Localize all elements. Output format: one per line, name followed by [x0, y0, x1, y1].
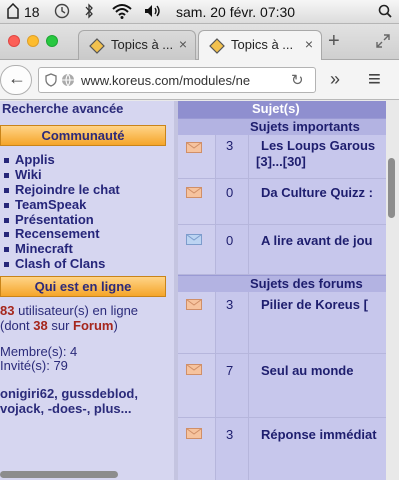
tab-topics-2[interactable]: Topics à ... ×: [198, 30, 322, 61]
community-header: Communauté: [0, 125, 166, 146]
tab-close-icon[interactable]: ×: [305, 36, 313, 52]
sidebar: Recherche avancée Communauté Applis Wiki…: [0, 101, 174, 480]
sidebar-item-chat[interactable]: Rejoindre le chat: [4, 182, 120, 197]
online-users-list-cont[interactable]: vojack, -does-, plus...: [0, 401, 131, 416]
envelope-icon: [186, 426, 202, 439]
envelope-icon: [186, 185, 202, 198]
envelope-icon: [186, 297, 202, 310]
guests-count: Invité(s): 79: [0, 358, 68, 373]
topic-title[interactable]: Da Culture Quizz :: [261, 185, 373, 200]
table-row[interactable]: 7 Seul au monde: [178, 354, 399, 418]
bluetooth-icon[interactable]: [84, 3, 94, 21]
envelope-read-icon: [186, 232, 202, 245]
zoom-window-button[interactable]: [46, 35, 58, 47]
members-count: Membre(s): 4: [0, 344, 78, 359]
reply-count: 0: [226, 185, 234, 200]
minimize-window-button[interactable]: [27, 35, 39, 47]
table-row[interactable]: 0 A lire avant de jou: [178, 225, 399, 275]
topic-title[interactable]: Pilier de Koreus [: [261, 297, 368, 312]
shield-icon[interactable]: [45, 73, 57, 92]
advanced-search-link[interactable]: Recherche avancée: [2, 101, 123, 116]
koreus-favicon-icon: [89, 38, 105, 54]
navigation-bar: ← www.koreus.com/modules/ne ↻ » ≡: [0, 60, 399, 100]
sidebar-item-applis[interactable]: Applis: [4, 152, 55, 167]
tab-label: Topics à ...: [231, 37, 294, 52]
sidebar-item-teamspeak[interactable]: TeamSpeak: [4, 197, 86, 212]
page-link-3[interactable]: 3: [260, 154, 267, 169]
hamburger-menu-icon[interactable]: ≡: [368, 66, 381, 92]
reply-count: 7: [226, 363, 234, 378]
forum-users-line: (dont 38 sur Forum): [0, 318, 118, 333]
vertical-scrollbar[interactable]: [388, 158, 395, 218]
forum-count: 38: [33, 318, 48, 333]
reply-count: 3: [226, 427, 234, 442]
section-forums: Sujets des forums: [178, 275, 399, 292]
reload-icon[interactable]: ↻: [291, 71, 304, 89]
table-row[interactable]: 3 Pilier de Koreus [: [178, 292, 399, 354]
envelope-icon: [186, 362, 202, 375]
wifi-icon[interactable]: [112, 3, 132, 21]
table-header: Sujet(s): [178, 101, 399, 118]
table-row[interactable]: 3 Réponse immédiat: [178, 418, 399, 480]
app-store-icon[interactable]: [6, 2, 20, 21]
url-text[interactable]: www.koreus.com/modules/ne: [81, 73, 281, 88]
url-bar[interactable]: www.koreus.com/modules/ne ↻: [38, 67, 316, 93]
close-window-button[interactable]: [8, 35, 20, 47]
online-header: Qui est en ligne: [0, 276, 166, 297]
globe-icon[interactable]: [61, 73, 75, 92]
page-content: Recherche avancée Communauté Applis Wiki…: [0, 101, 399, 480]
macos-menubar: 18 sam. 20 févr. 07:30: [0, 0, 399, 24]
sidebar-item-presentation[interactable]: Présentation: [4, 212, 94, 227]
topic-title[interactable]: Les Loups Garous: [261, 138, 375, 153]
sidebar-item-recensement[interactable]: Recensement: [4, 226, 100, 241]
reply-count: 0: [226, 233, 234, 248]
online-users-line: 83 utilisateur(s) en ligne: [0, 303, 139, 318]
envelope-icon: [186, 140, 202, 153]
horizontal-scrollbar[interactable]: [0, 471, 118, 478]
sidebar-item-clash-of-clans[interactable]: Clash of Clans: [4, 256, 105, 271]
spotlight-icon[interactable]: [378, 3, 392, 21]
forum-link[interactable]: Forum: [73, 318, 113, 333]
overflow-chevron-icon[interactable]: »: [330, 69, 340, 90]
tab-strip: Topics à ... × Topics à ... × +: [0, 24, 399, 61]
new-tab-button[interactable]: +: [328, 30, 340, 53]
notification-count: 18: [24, 4, 40, 20]
online-count: 83: [0, 303, 15, 318]
back-arrow-icon: ←: [8, 68, 26, 88]
table-row[interactable]: 3 Les Loups Garous [3]...[30]: [178, 135, 399, 179]
back-button[interactable]: ←: [0, 65, 32, 95]
sidebar-item-minecraft[interactable]: Minecraft: [4, 241, 73, 256]
volume-icon[interactable]: [144, 3, 162, 21]
topic-pages: [3]...[30]: [256, 154, 306, 169]
sidebar-item-wiki[interactable]: Wiki: [4, 167, 42, 182]
topics-table: Sujet(s) Sujets importants 3 Les Loups G…: [178, 101, 399, 480]
reply-count: 3: [226, 297, 234, 312]
topic-title[interactable]: Réponse immédiat: [261, 427, 377, 442]
time-machine-icon[interactable]: [54, 3, 70, 21]
table-row[interactable]: 0 Da Culture Quizz :: [178, 179, 399, 225]
koreus-favicon-icon: [209, 38, 225, 54]
fullscreen-icon[interactable]: [376, 34, 390, 53]
online-users-list[interactable]: onigiri62, gussdeblod,: [0, 386, 138, 401]
topic-title[interactable]: Seul au monde: [261, 363, 353, 378]
tab-label: Topics à ...: [111, 37, 174, 52]
reply-count: 3: [226, 138, 234, 153]
clock[interactable]: sam. 20 févr. 07:30: [176, 3, 295, 21]
page-link-30[interactable]: 30: [287, 154, 301, 169]
tab-topics-1[interactable]: Topics à ... ×: [78, 30, 196, 60]
topic-title[interactable]: A lire avant de jou: [261, 233, 373, 248]
section-important: Sujets importants: [178, 118, 399, 135]
tab-close-icon[interactable]: ×: [179, 36, 187, 52]
